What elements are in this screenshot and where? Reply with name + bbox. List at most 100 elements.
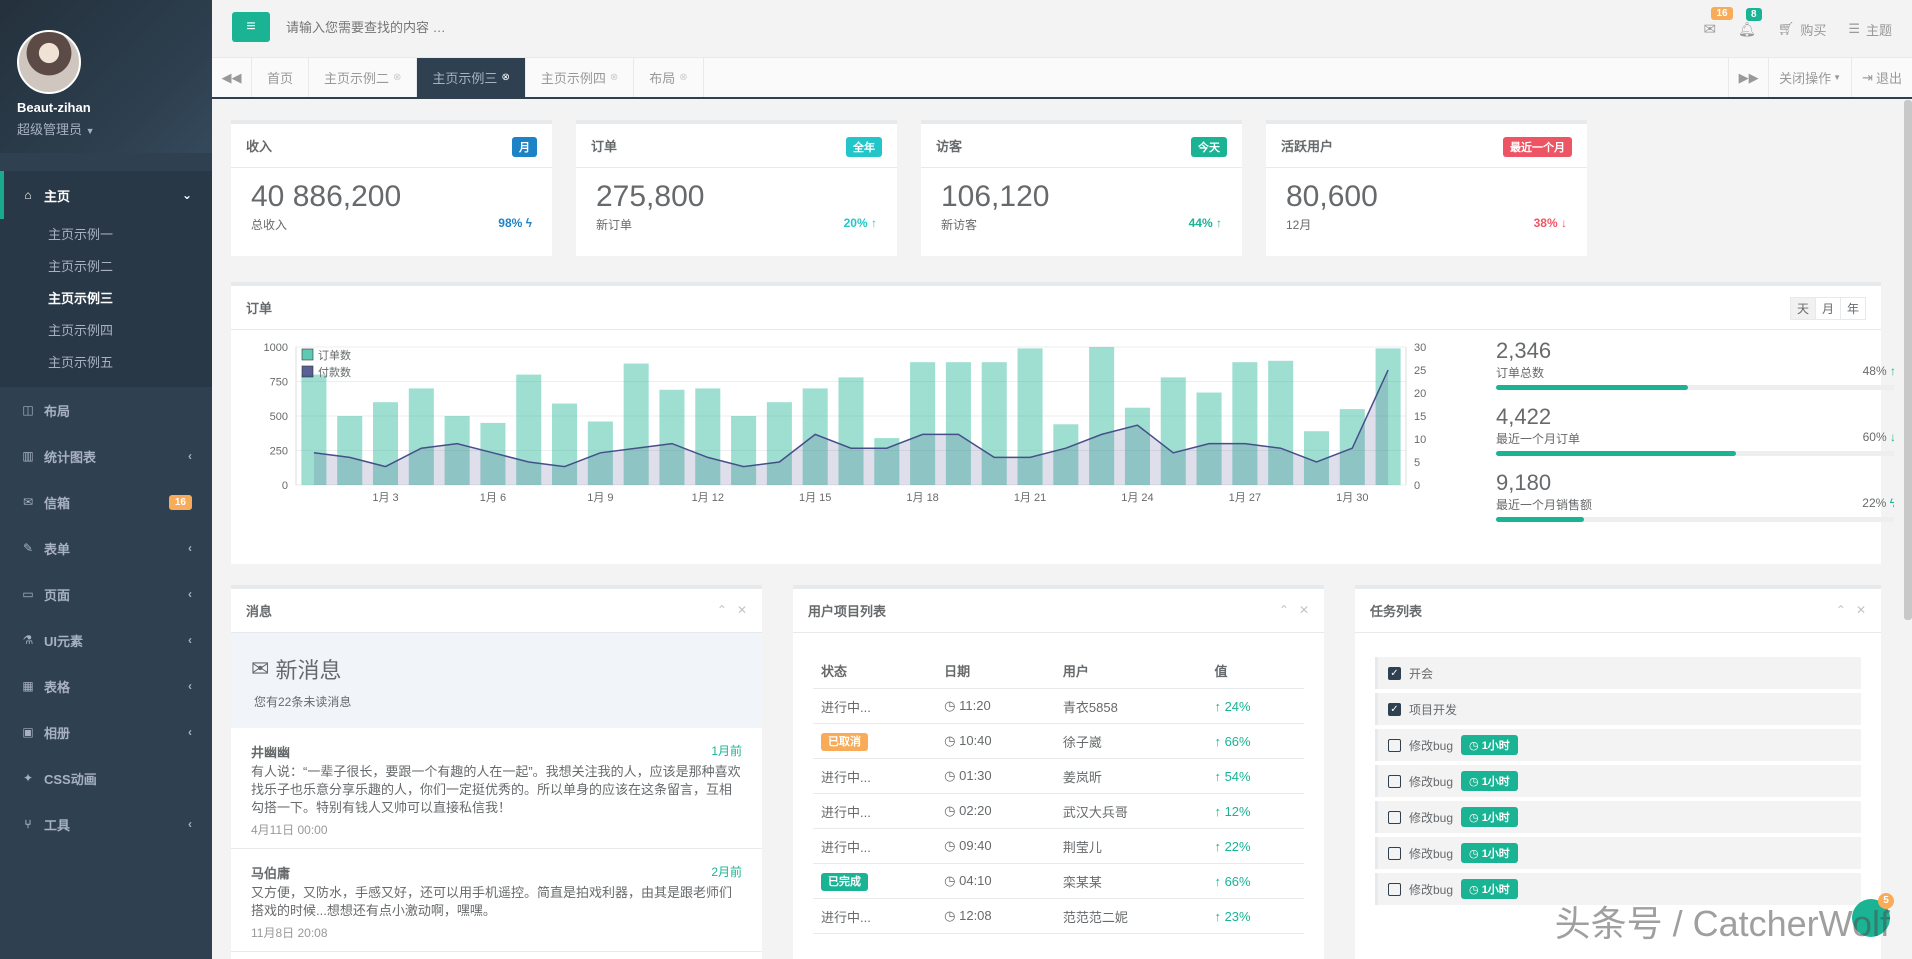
sidebar-item-home[interactable]: ⌂ 主页 ⌄ [0, 171, 212, 219]
tab-home-4[interactable]: 主页示例四 ⊗ [526, 58, 635, 97]
close-operations-dropdown[interactable]: 关闭操作 ▼ [1768, 58, 1851, 97]
picture-icon: ▣ [22, 725, 34, 739]
date-cell: ◷ 10:40 [936, 723, 1055, 759]
task-item[interactable]: ✓ 项目开发 [1375, 693, 1861, 725]
user-cell: 徐子崴 [1054, 723, 1207, 759]
tabs-scroll-left-button[interactable]: ◀◀ [212, 58, 252, 97]
level-up-icon: ↑ [1214, 908, 1225, 924]
period-badge: 最近一个月 [1503, 137, 1572, 157]
subnav-item[interactable]: 主页示例二 [0, 251, 212, 283]
sidebar-item[interactable]: ✦ CSS动画 [0, 755, 212, 801]
message-item[interactable]: 马伯庸 2月前 又方便，又防水，手感又好，还可以用手机遥控。简直是拍戏利器，由其是跟… [231, 849, 762, 952]
task-checkbox[interactable] [1388, 882, 1401, 896]
mail-button[interactable]: ✉ 16 [1703, 7, 1733, 38]
stat-card-title: 活跃用户 [1281, 139, 1334, 154]
task-checkbox[interactable] [1388, 846, 1401, 860]
close-icon[interactable]: ⊗ [679, 72, 687, 83]
task-item[interactable]: 修改bug ◷ 1小时 [1375, 837, 1861, 869]
sidebar-item-label: 表单 [44, 541, 71, 557]
avatar[interactable] [17, 30, 81, 94]
profile-role-dropdown[interactable]: 超级管理员 ▼ [17, 119, 212, 138]
close-icon[interactable]: ⊗ [610, 72, 618, 83]
panel-tools: ⌃ ✕ [1836, 603, 1866, 617]
collapse-icon[interactable]: ⌃ [1279, 603, 1289, 617]
x-tick-label: 1月 3 [372, 492, 398, 504]
table-row[interactable]: 进行中... ◷ 01:30 姜岚昕 ↑ 54% [813, 758, 1304, 794]
table-row[interactable]: 进行中... ◷ 02:20 武汉大兵哥 ↑ 12% [813, 793, 1304, 829]
table-row[interactable]: 进行中... ◷ 12:08 范范范二妮 ↑ 23% [813, 898, 1304, 934]
task-checkbox[interactable] [1388, 810, 1401, 824]
stat-subrow: 12月 38% ↓ [1266, 214, 1587, 235]
tab-home-2[interactable]: 主页示例二 ⊗ [309, 58, 418, 97]
y-right-tick-label: 20 [1414, 388, 1426, 400]
logout-button[interactable]: ⇥ 退出 [1851, 58, 1912, 97]
task-checkbox[interactable] [1388, 738, 1401, 752]
task-time-text: 1小时 [1481, 848, 1510, 860]
subnav-item[interactable]: 主页示例一 [0, 219, 212, 251]
sidebar-item[interactable]: ⚗ UI元素 ‹ [0, 617, 212, 663]
page-scrollbar[interactable] [1904, 100, 1912, 620]
table-row[interactable]: 进行中... ◷ 11:20 青衣5858 ↑ 24% [813, 688, 1304, 724]
table-row[interactable]: 进行中... ◷ 09:40 荆莹儿 ↑ 22% [813, 828, 1304, 864]
close-icon[interactable]: ✕ [1299, 603, 1309, 617]
task-item[interactable]: ✓ 开会 [1375, 657, 1861, 689]
tab-label: 主页示例三 [432, 71, 498, 86]
sidebar-item[interactable]: ⑂ 工具 ‹ [0, 801, 212, 847]
range-day-button[interactable]: 天 [1790, 298, 1816, 319]
x-tick-label: 1月 15 [799, 492, 831, 504]
time-text: 12:08 [959, 908, 992, 923]
sidebar-item[interactable]: ▭ 页面 ‹ [0, 571, 212, 617]
sidebar-item[interactable]: ◫ 布局 [0, 387, 212, 433]
stat-sub-label: 新订单 [596, 218, 633, 232]
task-checkbox[interactable]: ✓ [1388, 666, 1401, 680]
trend-arrow-icon: ↑ [1889, 364, 1894, 378]
status-cell: 进行中... [813, 793, 937, 829]
close-icon[interactable]: ✕ [737, 603, 747, 617]
subnav-item[interactable]: 主页示例五 [0, 347, 212, 379]
period-badge: 月 [512, 137, 537, 157]
search-input[interactable] [286, 14, 786, 40]
side-stat: 9,180 最近一个月销售额 22% ϟ [1496, 470, 1894, 522]
value-cell: ↑ 66% [1206, 723, 1304, 759]
task-item[interactable]: 修改bug ◷ 1小时 [1375, 801, 1861, 833]
menu-toggle-button[interactable]: ≡ [232, 12, 270, 42]
task-text: 修改bug [1409, 774, 1454, 789]
close-icon[interactable]: ✕ [1856, 603, 1866, 617]
collapse-icon[interactable]: ⌃ [1836, 603, 1846, 617]
value-cell: ↑ 12% [1206, 793, 1304, 829]
sidebar-item[interactable]: ✉ 信箱 16 [0, 479, 212, 525]
notifications-button[interactable]: 🔔︎ 8 [1738, 7, 1762, 38]
theme-link[interactable]: ☰ 主题 [1848, 20, 1892, 39]
table-row[interactable]: 已取消 ◷ 10:40 徐子崴 ↑ 66% [813, 723, 1304, 759]
task-checkbox[interactable]: ✓ [1388, 702, 1401, 716]
range-month-button[interactable]: 月 [1816, 298, 1841, 319]
range-year-button[interactable]: 年 [1841, 298, 1865, 319]
tab-layout[interactable]: 布局 ⊗ [634, 58, 704, 97]
clock-icon: ◷ [944, 698, 960, 713]
task-item[interactable]: 修改bug ◷ 1小时 [1375, 729, 1861, 761]
task-item[interactable]: 修改bug ◷ 1小时 [1375, 765, 1861, 797]
sidebar-item[interactable]: ✎ 表单 ‹ [0, 525, 212, 571]
sidebar-item[interactable]: ▥ 统计图表 ‹ [0, 433, 212, 479]
sidebar-item[interactable]: ▣ 相册 ‹ [0, 709, 212, 755]
message-date: 11月8日 20:08 [251, 926, 328, 940]
subnav-item-current[interactable]: 主页示例三 [0, 283, 212, 315]
tab-home[interactable]: 首页 [252, 58, 310, 97]
message-author[interactable]: 马伯庸 [251, 863, 290, 882]
task-checkbox[interactable] [1388, 774, 1401, 788]
message-author[interactable]: 井幽幽 [251, 742, 290, 761]
close-icon[interactable]: ⊗ [501, 72, 509, 83]
y-right-tick-label: 30 [1414, 342, 1426, 354]
subnav-item[interactable]: 主页示例四 [0, 315, 212, 347]
message-item[interactable]: 井幽幽 1月前 有人说：“一辈子很长，要跟一个有趣的人在一起”。我想关注我的人，应该… [231, 728, 762, 849]
task-time-label: ◷ 1小时 [1461, 771, 1518, 791]
collapse-icon[interactable]: ⌃ [717, 603, 727, 617]
chevron-left-icon: ‹ [188, 587, 192, 601]
table-row[interactable]: 已完成 ◷ 04:10 栾某某 ↑ 66% [813, 863, 1304, 899]
tabs-scroll-right-button[interactable]: ▶▶ [1728, 58, 1768, 97]
buy-link[interactable]: 🛒︎ 购买 [1778, 20, 1827, 39]
chevron-down-icon: ⌄ [181, 188, 192, 202]
tab-home-3[interactable]: 主页示例三 ⊗ [417, 58, 526, 97]
sidebar-item[interactable]: ▦ 表格 ‹ [0, 663, 212, 709]
close-icon[interactable]: ⊗ [393, 72, 401, 83]
